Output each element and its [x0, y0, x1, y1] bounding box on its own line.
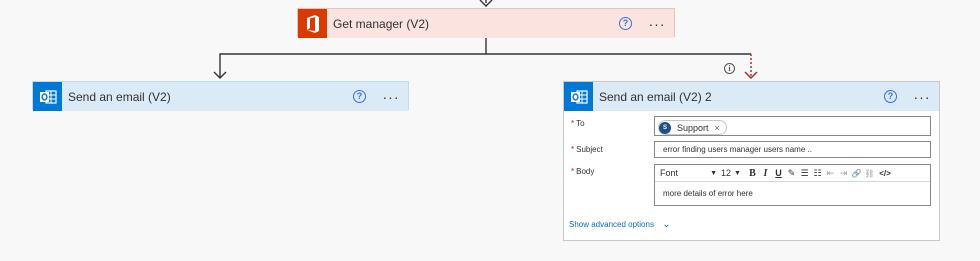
remove-recipient-icon[interactable]: × — [715, 123, 720, 133]
code-view-icon[interactable]: </> — [877, 169, 893, 178]
get-manager-title: Get manager (V2) — [333, 16, 430, 31]
link-icon[interactable]: 🔗 — [851, 169, 862, 178]
subject-required-mark: * — [571, 145, 575, 154]
body-editor[interactable]: Font ▼ 12 ▼ B I U ✎ ☰ ☷ ⇤ ⇥ 🔗 ⛓ </> more — [654, 164, 931, 206]
font-chevron-down-icon: ▼ — [710, 169, 717, 177]
subject-label: * Subject — [571, 145, 603, 154]
recipient-name: Support — [677, 122, 709, 133]
left-branch-connector — [219, 53, 486, 78]
italic-icon[interactable]: I — [760, 168, 771, 179]
get-manager-card[interactable]: Get manager (V2) ? ··· — [297, 8, 675, 38]
show-advanced-options-link[interactable]: Show advanced options ⌄ — [569, 219, 671, 230]
subject-value: error finding users manager users name .… — [663, 145, 812, 154]
body-required-mark: * — [571, 167, 575, 176]
send-email-right-header[interactable]: Send an email (V2) 2 ? ··· — [564, 82, 939, 111]
office-icon — [298, 9, 327, 38]
subject-field[interactable]: error finding users manager users name .… — [654, 141, 931, 158]
outlook-icon — [33, 82, 62, 111]
send-email-right-title: Send an email (V2) 2 — [599, 89, 712, 104]
underline-icon[interactable]: U — [773, 168, 784, 178]
chevron-down-icon: ⌄ — [662, 219, 671, 230]
to-required-mark: * — [571, 119, 575, 128]
show-advanced-options-label: Show advanced options — [569, 220, 654, 229]
info-icon[interactable]: i — [724, 63, 735, 74]
send-email-left-help-icon[interactable]: ? — [353, 90, 366, 103]
font-size-chevron-down-icon: ▼ — [734, 169, 741, 177]
send-email-right-help-icon[interactable]: ? — [884, 90, 897, 103]
to-label-text: To — [576, 119, 585, 128]
send-email-left-card[interactable]: Send an email (V2) ? ··· — [32, 81, 409, 111]
body-label-text: Body — [576, 167, 595, 176]
pen-icon[interactable]: ✎ — [786, 168, 797, 179]
get-manager-header[interactable]: Get manager (V2) ? ··· — [298, 9, 674, 38]
send-email-left-header[interactable]: Send an email (V2) ? ··· — [33, 82, 408, 111]
unlink-icon[interactable]: ⛓ — [864, 169, 875, 178]
get-manager-more-icon[interactable]: ··· — [646, 17, 668, 31]
send-email-right-more-icon[interactable]: ··· — [911, 90, 933, 104]
outdent-icon[interactable]: ⇤ — [825, 168, 836, 179]
bulleted-list-icon[interactable]: ☰ — [799, 168, 810, 179]
send-email-left-title: Send an email (V2) — [68, 89, 171, 104]
recipient-token[interactable]: S Support × — [658, 120, 727, 135]
bold-icon[interactable]: B — [747, 168, 758, 179]
to-field[interactable]: S Support × — [654, 116, 931, 136]
send-email-right-card[interactable]: Send an email (V2) 2 ? ··· * To S Support… — [563, 81, 940, 241]
numbered-list-icon[interactable]: ☷ — [812, 168, 823, 179]
recipient-avatar: S — [659, 121, 671, 134]
to-label: * To — [571, 119, 585, 128]
body-value: more details of error here — [663, 189, 753, 198]
outlook-icon — [564, 82, 593, 111]
send-email-left-more-icon[interactable]: ··· — [380, 90, 402, 104]
get-manager-help-icon[interactable]: ? — [619, 17, 632, 30]
font-select[interactable]: Font ▼ — [655, 168, 721, 178]
body-label: * Body — [571, 167, 594, 176]
indent-icon[interactable]: ⇥ — [838, 168, 849, 179]
flow-canvas: Get manager (V2) ? ··· Send an email (V2… — [0, 0, 980, 261]
font-size-select[interactable]: 12 ▼ — [721, 168, 747, 178]
subject-label-text: Subject — [576, 145, 603, 154]
body-toolbar: Font ▼ 12 ▼ B I U ✎ ☰ ☷ ⇤ ⇥ 🔗 ⛓ </> — [655, 165, 930, 182]
font-size-value: 12 — [721, 168, 732, 178]
font-select-value: Font — [660, 168, 679, 178]
